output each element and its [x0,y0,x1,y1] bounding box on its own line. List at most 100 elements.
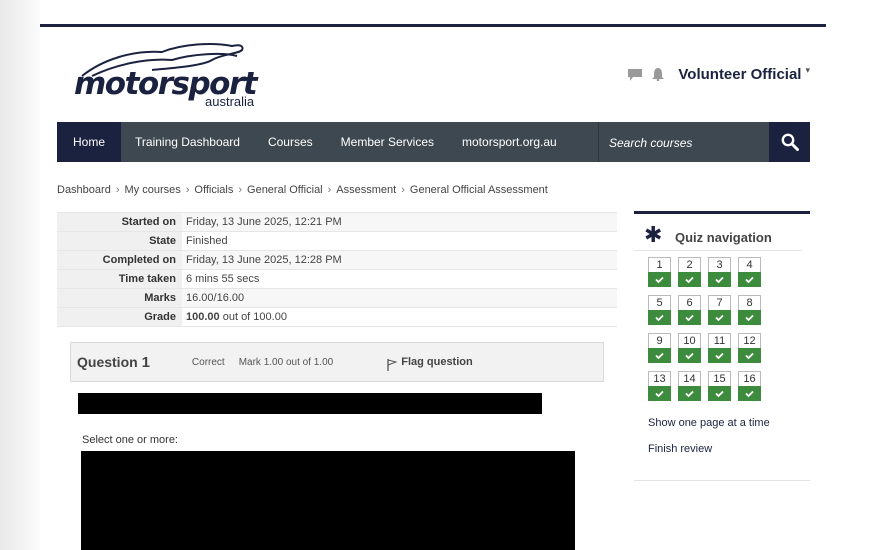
breadcrumb-general-official[interactable]: General Official [247,184,323,196]
nav-motorsport-org[interactable]: motorsport.org.au [448,122,571,162]
flag-question-label: Flag question [401,356,473,368]
summary-row: Started on Friday, 13 June 2025, 12:21 P… [57,212,617,232]
quiz-nav-question-number: 7 [708,295,731,310]
correct-check-icon [708,348,731,363]
breadcrumb-separator-icon: › [185,184,190,196]
question-number: 1 [141,353,150,371]
grade-value: 100.00 [186,311,220,323]
answer-prompt: Select one or more: [82,434,178,446]
summary-value: Friday, 13 June 2025, 12:28 PM [182,250,617,270]
quiz-nav-question-button[interactable]: 9 [648,333,671,364]
show-one-page-link[interactable]: Show one page at a time [648,417,770,429]
quiz-nav-question-number: 11 [708,333,731,348]
user-area: Volunteer Official ▾ [628,65,810,83]
user-menu-name[interactable]: Volunteer Official [678,66,801,83]
quiz-nav-question-number: 12 [738,333,761,348]
quiz-nav-question-button[interactable]: 4 [738,257,761,288]
quiz-nav-question-number: 4 [738,257,761,272]
flag-question-button[interactable]: Flag question [387,354,473,371]
search-input[interactable] [599,122,771,164]
breadcrumb-separator-icon: › [401,184,405,196]
quiz-nav-question-number: 1 [648,257,671,272]
main-navbar: Home Training Dashboard Courses Member S… [57,122,810,164]
summary-row: State Finished [57,231,617,251]
quiz-nav-question-button[interactable]: 7 [708,295,731,326]
attempt-summary-table: Started on Friday, 13 June 2025, 12:21 P… [57,212,617,327]
quiz-nav-question-button[interactable]: 15 [708,371,731,402]
breadcrumb-my-courses[interactable]: My courses [125,184,181,196]
summary-row: Time taken 6 mins 55 secs [57,269,617,289]
summary-label: Marks [57,288,182,308]
summary-label: Completed on [57,250,182,270]
summary-row: Marks 16.00/16.00 [57,288,617,308]
quiz-nav-question-number: 5 [648,295,671,310]
summary-value: Finished [186,235,228,247]
quiz-nav-question-number: 3 [708,257,731,272]
quiz-nav-question-button[interactable]: 14 [678,371,701,402]
correct-check-icon [678,386,701,401]
quiz-nav-question-button[interactable]: 6 [678,295,701,326]
breadcrumb-officials[interactable]: Officials [194,184,233,196]
quiz-nav-question-number: 8 [738,295,761,310]
summary-value: Friday, 13 June 2025, 12:21 PM [182,212,617,232]
question-title: Question 1 [77,354,150,371]
quiz-nav-question-number: 15 [708,371,731,386]
nav-home[interactable]: Home [57,122,122,162]
breadcrumb: Dashboard › My courses › Officials › Gen… [57,184,548,196]
quiz-nav-question-button[interactable]: 2 [678,257,701,288]
correct-check-icon [648,272,671,287]
search-button[interactable] [769,122,810,162]
redacted-answer-options [81,451,575,550]
nav-courses[interactable]: Courses [254,122,327,162]
correct-check-icon [738,310,761,325]
correct-check-icon [738,386,761,401]
breadcrumb-separator-icon: › [327,184,332,196]
quiz-navigation-header: ✱ Quiz navigation [634,224,802,251]
grade-cell: 100.00 out of 100.00 [182,308,617,327]
correct-check-icon [648,348,671,363]
quiz-nav-question-button[interactable]: 3 [708,257,731,288]
quiz-nav-question-number: 2 [678,257,701,272]
quiz-nav-question-button[interactable]: 16 [738,371,761,402]
correct-check-icon [708,310,731,325]
breadcrumb-general-official-assessment[interactable]: General Official Assessment [410,184,548,196]
quiz-nav-question-number: 10 [678,333,701,348]
correct-check-icon [648,310,671,325]
correct-check-icon [738,348,761,363]
summary-value: 6 mins 55 secs [186,273,260,285]
quiz-nav-question-button[interactable]: 10 [678,333,701,364]
messages-icon[interactable] [628,68,643,81]
nav-member-services[interactable]: Member Services [327,122,448,162]
finish-review-link[interactable]: Finish review [648,443,712,455]
quiz-nav-question-button[interactable]: 8 [738,295,761,326]
search-icon [781,133,799,151]
summary-value: 16.00/16.00 [182,288,617,308]
breadcrumb-separator-icon: › [238,184,243,196]
question-label: Question [77,353,138,370]
caret-down-icon[interactable]: ▾ [805,65,810,76]
quiz-nav-question-button[interactable]: 5 [648,295,671,326]
summary-row-grade: Grade 100.00 out of 100.00 [57,307,617,327]
summary-row: Completed on Friday, 13 June 2025, 12:28… [57,250,617,270]
quiz-nav-question-button[interactable]: 11 [708,333,731,364]
correct-check-icon [738,272,761,287]
redacted-question-text [78,393,542,414]
quiz-navigation-title: Quiz navigation [675,230,772,245]
correct-check-icon [678,310,701,325]
asterisk-icon: ✱ [644,222,663,247]
correct-check-icon [678,272,701,287]
left-shadow [0,0,40,550]
quiz-nav-question-button[interactable]: 13 [648,371,671,402]
nav-training-dashboard[interactable]: Training Dashboard [121,122,254,162]
quiz-nav-question-button[interactable]: 1 [648,257,671,288]
breadcrumb-dashboard[interactable]: Dashboard [57,184,111,196]
grade-label: Grade [57,307,182,327]
motorsport-australia-logo[interactable]: motorsport australia [72,40,258,112]
quiz-nav-question-button[interactable]: 12 [738,333,761,364]
quiz-nav-question-number: 16 [738,371,761,386]
question-state: Correct [191,356,225,368]
breadcrumb-assessment[interactable]: Assessment [336,184,396,196]
notifications-bell-icon[interactable] [652,68,665,81]
breadcrumb-separator-icon: › [115,184,120,196]
summary-label: Started on [57,212,182,232]
